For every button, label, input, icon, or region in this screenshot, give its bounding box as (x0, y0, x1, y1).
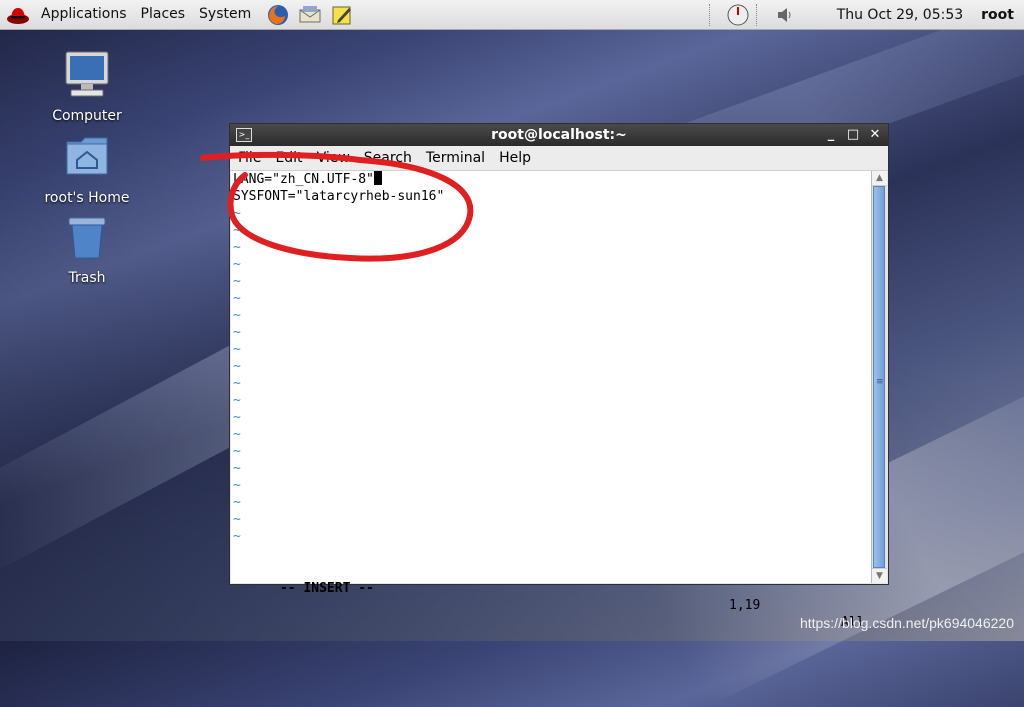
menu-file[interactable]: File (230, 150, 268, 166)
top-panel: Applications Places System Thu Oct 29, 0… (0, 0, 1024, 30)
minimize-button[interactable]: _ (824, 124, 838, 146)
clock[interactable]: Thu Oct 29, 05:53 (837, 7, 963, 23)
applications-menu[interactable]: Applications (34, 0, 134, 29)
text-cursor (373, 171, 382, 185)
empty-line-marker: ~ (233, 461, 241, 476)
empty-line-marker: ~ (233, 529, 241, 544)
empty-line-marker: ~ (233, 274, 241, 289)
terminal-icon: >_ (236, 128, 252, 142)
empty-line-marker: ~ (233, 359, 241, 374)
trash-icon (68, 217, 106, 259)
text-line: LANG="zh_CN.UTF-8" (231, 171, 873, 188)
redhat-logo-icon[interactable] (6, 4, 30, 26)
menu-help[interactable]: Help (492, 150, 538, 166)
desktop-icon-home[interactable]: root's Home (37, 132, 137, 206)
volume-icon[interactable] (773, 3, 797, 27)
computer-icon (65, 51, 109, 97)
empty-line-marker: ~ (233, 308, 241, 323)
empty-line-marker: ~ (233, 325, 241, 340)
empty-line-marker: ~ (233, 376, 241, 391)
empty-line-marker: ~ (233, 444, 241, 459)
system-monitor-icon[interactable] (726, 3, 750, 27)
text-line: SYSFONT="latarcyrheb-sun16" (233, 189, 445, 204)
cursor-position: 1,19 (729, 598, 761, 613)
panel-separator (708, 3, 712, 26)
window-titlebar[interactable]: >_ root@localhost:~ _ □ ✕ (230, 124, 888, 146)
desktop-icon-computer[interactable]: Computer (37, 50, 137, 124)
empty-line-marker: ~ (233, 410, 241, 425)
scroll-up-icon[interactable]: ▲ (872, 171, 887, 186)
maximize-button[interactable]: □ (846, 124, 860, 146)
firefox-icon[interactable] (266, 3, 290, 27)
menu-terminal[interactable]: Terminal (419, 150, 492, 166)
window-menubar: File Edit View Search Terminal Help (230, 146, 888, 171)
panel-separator (755, 3, 759, 26)
empty-line-marker: ~ (233, 393, 241, 408)
vim-status-line: -- INSERT -- 1,19 All (233, 563, 869, 630)
terminal-window: >_ root@localhost:~ _ □ ✕ File Edit View… (229, 123, 889, 630)
empty-line-marker: ~ (233, 512, 241, 527)
empty-line-marker: ~ (233, 206, 241, 221)
watermark: https://blog.csdn.net/pk694046220 (799, 615, 1014, 631)
empty-line-marker: ~ (233, 240, 241, 255)
menu-view[interactable]: View (310, 150, 357, 166)
mail-client-icon[interactable] (298, 3, 322, 27)
notes-editor-icon[interactable] (330, 3, 354, 27)
empty-line-marker: ~ (233, 291, 241, 306)
user-menu[interactable]: root (981, 7, 1014, 23)
menu-search[interactable]: Search (357, 150, 419, 166)
empty-line-marker: ~ (233, 223, 241, 238)
desktop-icon-label: root's Home (44, 190, 130, 206)
terminal-text-area[interactable]: LANG="zh_CN.UTF-8" SYSFONT="latarcyrheb-… (231, 171, 873, 630)
system-menu[interactable]: System (192, 0, 258, 29)
close-button[interactable]: ✕ (868, 124, 882, 146)
places-menu[interactable]: Places (134, 0, 193, 29)
scrollbar-thumb[interactable]: ≡ (873, 186, 885, 568)
menu-edit[interactable]: Edit (268, 150, 309, 166)
desktop-icon-label: Computer (52, 108, 122, 124)
empty-line-marker: ~ (233, 427, 241, 442)
empty-line-marker: ~ (233, 257, 241, 272)
empty-line-marker: ~ (233, 495, 241, 510)
scroll-down-icon[interactable]: ▼ (872, 568, 887, 583)
vertical-scrollbar[interactable]: ▲ ≡ ▼ (871, 171, 887, 583)
window-title: root@localhost:~ (491, 127, 627, 143)
desktop-icon-label: Trash (68, 270, 106, 286)
empty-line-marker: ~ (233, 478, 241, 493)
empty-line-marker: ~ (233, 342, 241, 357)
desktop-icon-trash[interactable]: Trash (37, 212, 137, 286)
home-folder-icon (66, 137, 108, 175)
vim-mode: -- INSERT -- (279, 581, 374, 596)
